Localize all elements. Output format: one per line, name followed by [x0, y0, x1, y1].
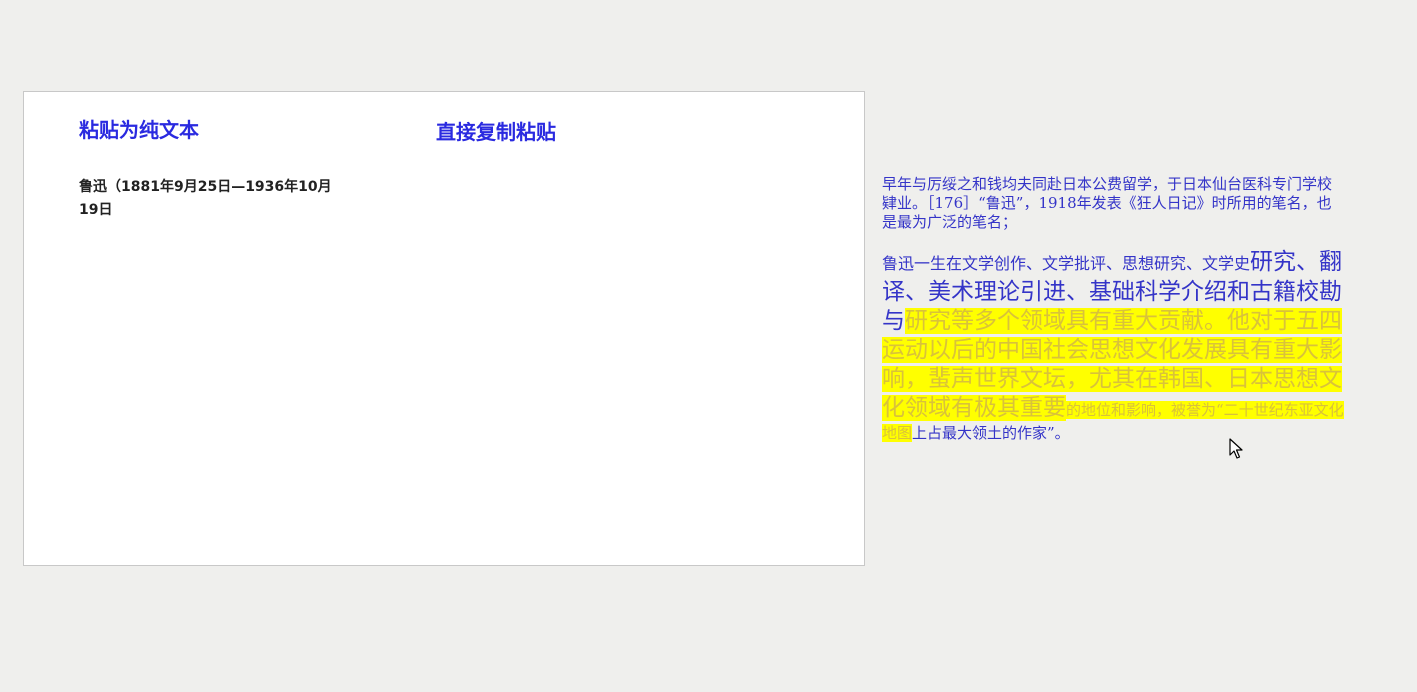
source-paragraph-1[interactable]: 早年与厉绥之和钱均夫同赴日本公费留学，于日本仙台医科专门学校肄业。［176］“鲁… — [882, 175, 1344, 232]
paste-plain-title: 粘贴为纯文本 — [79, 118, 199, 142]
source-text-block[interactable]: 早年与厉绥之和钱均夫同赴日本公费留学，于日本仙台医科专门学校肄业。［176］“鲁… — [882, 175, 1344, 444]
editor-panel: 粘贴为纯文本 直接复制粘贴 鲁迅（1881年9月25日—1936年10月19日 — [23, 91, 865, 566]
text-run-tail: 上占最大领土的作家”。 — [912, 424, 1070, 442]
direct-paste-title: 直接复制粘贴 — [436, 120, 556, 144]
text-run-small: 鲁迅一生在文学创作、文学批评、思想研究、文学史 — [882, 254, 1251, 273]
source-paragraph-2[interactable]: 鲁迅一生在文学创作、文学批评、思想研究、文学史研究、翻译、美术理论引进、基础科学… — [882, 248, 1344, 444]
mouse-pointer-icon — [1229, 438, 1243, 459]
plain-text-paste-area[interactable]: 鲁迅（1881年9月25日—1936年10月19日 — [79, 176, 339, 222]
